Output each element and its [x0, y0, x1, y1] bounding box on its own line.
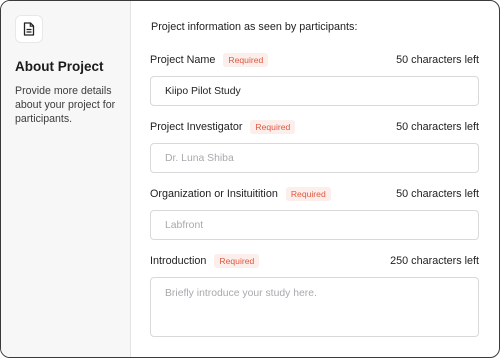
field-introduction: Introduction Required 250 characters lef…	[150, 253, 479, 342]
introduction-textarea[interactable]	[150, 277, 479, 337]
project-name-input[interactable]	[150, 76, 479, 106]
section-title: About Project	[15, 59, 104, 74]
character-counter: 50 characters left	[396, 188, 479, 200]
required-badge: Required	[250, 120, 296, 134]
field-label: Project Name	[150, 54, 216, 66]
field-organization: Organization or Insituitition Required 5…	[150, 186, 479, 240]
project-investigator-input[interactable]	[150, 143, 479, 173]
field-label: Project Investigator	[150, 121, 243, 133]
field-label: Introduction	[150, 255, 207, 267]
field-label: Organization or Insituitition	[150, 188, 278, 200]
field-project-investigator: Project Investigator Required 50 charact…	[150, 119, 479, 173]
section-description: Provide more details about your project …	[15, 85, 116, 125]
character-counter: 250 characters left	[390, 255, 479, 267]
required-badge: Required	[223, 53, 269, 67]
document-icon	[15, 15, 43, 43]
required-badge: Required	[214, 254, 260, 268]
organization-input[interactable]	[150, 210, 479, 240]
form-intro: Project information as seen by participa…	[151, 21, 358, 33]
character-counter: 50 characters left	[396, 54, 479, 66]
field-project-name: Project Name Required 50 characters left	[150, 52, 479, 106]
character-counter: 50 characters left	[396, 121, 479, 133]
sidebar: About Project Provide more details about…	[1, 1, 131, 357]
required-badge: Required	[285, 187, 331, 201]
